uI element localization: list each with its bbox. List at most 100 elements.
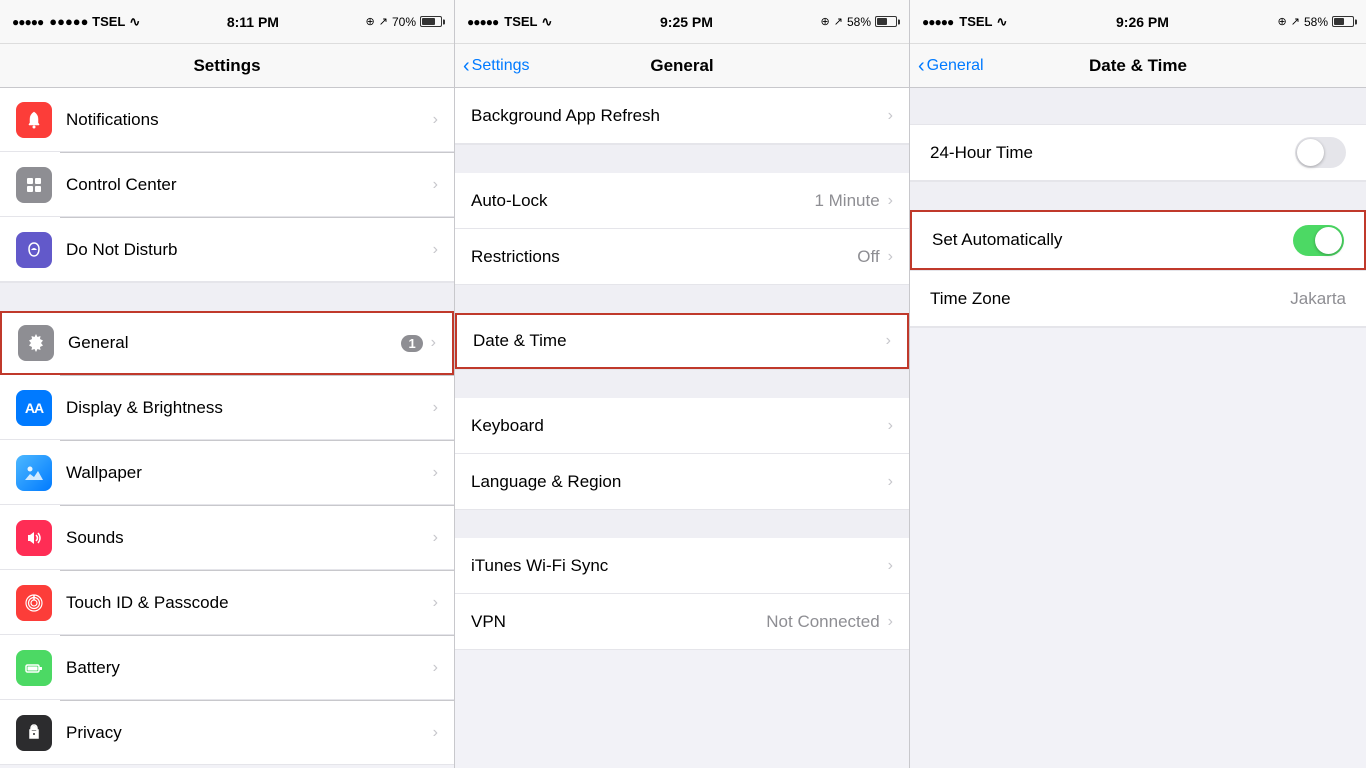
touch-id-icon (16, 585, 52, 621)
mid-row-bg-refresh[interactable]: Background App Refresh › (455, 88, 909, 144)
back-button-right[interactable]: ‹ General (918, 56, 984, 76)
mid-panel: ●●●●● TSEL ∿ 9:25 PM ⊕ ↗ 58% ‹ Settings … (455, 0, 910, 768)
nav-bar-right: ‹ General Date & Time (910, 44, 1366, 88)
carrier-mid: TSEL (504, 14, 537, 29)
section-bg-refresh: Background App Refresh › (455, 88, 909, 145)
list-item-control-center[interactable]: Control Center › (0, 153, 454, 217)
privacy-chevron: › (433, 724, 438, 742)
section-date-time: Date & Time › (455, 313, 909, 370)
status-right-mid: ⊕ ↗ 58% (821, 15, 897, 29)
section-keyboard: Keyboard › Language & Region › (455, 398, 909, 510)
restrictions-value: Off (857, 247, 879, 267)
status-left-right: ●●●●● TSEL ∿ (922, 14, 1007, 30)
back-label-right: General (927, 57, 984, 75)
section-autolock: Auto-Lock 1 Minute › Restrictions Off › (455, 173, 909, 285)
general-label: General (68, 333, 401, 353)
bg-refresh-label: Background App Refresh (471, 106, 888, 126)
mid-row-date-time[interactable]: Date & Time › (455, 313, 909, 369)
list-item-battery[interactable]: Battery › (0, 636, 454, 700)
touch-id-label: Touch ID & Passcode (66, 593, 433, 613)
general-chevron: › (431, 334, 436, 352)
list-item-notifications[interactable]: Notifications › (0, 88, 454, 152)
back-button-mid[interactable]: ‹ Settings (463, 56, 529, 76)
date-time-label: Date & Time (473, 331, 886, 351)
list-item-display-brightness[interactable]: AA Display & Brightness › (0, 376, 454, 440)
arrow-icon-mid: ↗ (834, 15, 843, 28)
location-icon-mid: ⊕ (821, 15, 830, 28)
battery-icon-left (420, 16, 442, 27)
list-item-privacy[interactable]: Privacy › (0, 701, 454, 765)
mid-row-keyboard[interactable]: Keyboard › (455, 398, 909, 454)
signal-dots-mid: ●●●●● (467, 15, 498, 29)
set-auto-toggle[interactable] (1293, 225, 1344, 256)
battery-icon-right (1332, 16, 1354, 27)
control-center-icon (16, 167, 52, 203)
wifi-icon-mid: ∿ (541, 14, 552, 30)
right-row-timezone: Time Zone Jakarta (910, 271, 1366, 327)
notifications-label: Notifications (66, 110, 433, 130)
signal-dots-right: ●●●●● (922, 15, 953, 29)
general-icon (18, 325, 54, 361)
date-time-chevron: › (886, 332, 891, 350)
restrictions-label: Restrictions (471, 247, 857, 267)
right-row-set-auto: Set Automatically (912, 212, 1364, 268)
back-label-mid: Settings (472, 57, 530, 75)
timezone-label: Time Zone (930, 289, 1290, 309)
set-auto-label: Set Automatically (932, 230, 1293, 250)
itunes-label: iTunes Wi-Fi Sync (471, 556, 888, 576)
back-chevron-right: ‹ (918, 56, 925, 76)
autolock-value: 1 Minute (814, 191, 879, 211)
location-icon: ⊕ (366, 15, 375, 28)
status-bar-right: ●●●●● TSEL ∿ 9:26 PM ⊕ ↗ 58% (910, 0, 1366, 44)
do-not-disturb-icon (16, 232, 52, 268)
mid-row-restrictions[interactable]: Restrictions Off › (455, 229, 909, 285)
arrow-icon: ↗ (379, 15, 388, 28)
sounds-label: Sounds (66, 528, 433, 548)
section-set-auto: Set Automatically (910, 210, 1366, 270)
mid-row-vpn[interactable]: VPN Not Connected › (455, 594, 909, 650)
sep-mid-3 (455, 370, 909, 398)
list-item-do-not-disturb[interactable]: Do Not Disturb › (0, 218, 454, 282)
restrictions-chevron: › (888, 248, 893, 266)
battery-percent-left: 70% (392, 15, 416, 29)
notifications-icon (16, 102, 52, 138)
back-chevron-mid: ‹ (463, 56, 470, 76)
set-auto-toggle-knob (1315, 227, 1342, 254)
mid-row-language[interactable]: Language & Region › (455, 454, 909, 510)
battery-percent-mid: 58% (847, 15, 871, 29)
itunes-chevron: › (888, 557, 893, 575)
wallpaper-chevron: › (433, 464, 438, 482)
do-not-disturb-label: Do Not Disturb (66, 240, 433, 260)
list-item-sounds[interactable]: Sounds › (0, 506, 454, 570)
language-chevron: › (888, 473, 893, 491)
wallpaper-label: Wallpaper (66, 463, 433, 483)
status-time-right: 9:26 PM (1116, 14, 1169, 30)
list-item-general[interactable]: General 1 › (0, 311, 454, 375)
status-right-right: ⊕ ↗ 58% (1278, 15, 1354, 29)
display-brightness-chevron: › (433, 399, 438, 417)
section-group-1: Notifications › Control Center › (0, 88, 454, 283)
nav-title-left: Settings (193, 56, 260, 76)
mid-row-autolock[interactable]: Auto-Lock 1 Minute › (455, 173, 909, 229)
nav-bar-left: Settings (0, 44, 454, 88)
list-item-wallpaper[interactable]: Wallpaper › (0, 441, 454, 505)
list-item-touch-id[interactable]: Touch ID & Passcode › (0, 571, 454, 635)
signal-dots: ●●●●● (12, 15, 43, 29)
status-right-left: ⊕ ↗ 70% (366, 15, 442, 29)
sep-mid-2 (455, 285, 909, 313)
arrow-icon-right: ↗ (1291, 15, 1300, 28)
24hr-toggle[interactable] (1295, 137, 1346, 168)
wifi-icon-right: ∿ (996, 14, 1007, 30)
vpn-value: Not Connected (766, 612, 879, 632)
sep-right-1 (910, 182, 1366, 210)
timezone-value: Jakarta (1290, 289, 1346, 309)
24hr-toggle-knob (1297, 139, 1324, 166)
wifi-icon: ∿ (129, 14, 140, 30)
autolock-chevron: › (888, 192, 893, 210)
status-time-mid: 9:25 PM (660, 14, 713, 30)
date-time-list: 24-Hour Time Set Automatically Time Zone… (910, 88, 1366, 768)
section-24hr: 24-Hour Time (910, 124, 1366, 182)
status-left-mid: ●●●●● TSEL ∿ (467, 14, 552, 30)
mid-row-itunes[interactable]: iTunes Wi-Fi Sync › (455, 538, 909, 594)
settings-list: Notifications › Control Center › (0, 88, 454, 768)
